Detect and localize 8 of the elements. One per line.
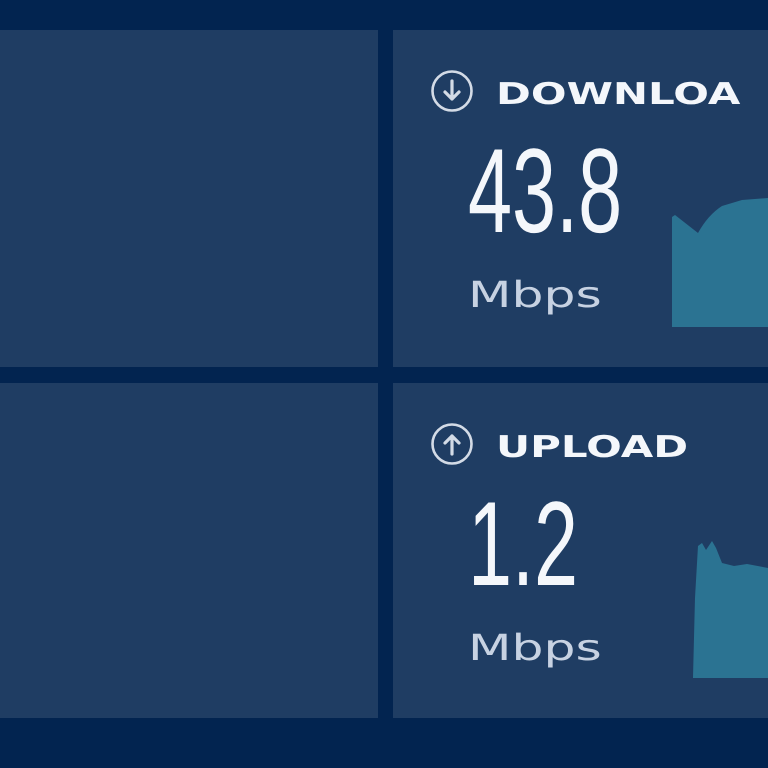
speed-title: DOWNLOA bbox=[496, 80, 740, 110]
speed-title: UPLOAD bbox=[496, 433, 688, 463]
speed-value: 43.8 bbox=[468, 131, 622, 251]
speed-value: 1.2 bbox=[468, 484, 578, 604]
arrow-up-circle-icon bbox=[431, 423, 473, 465]
speed-unit: Mbps bbox=[468, 631, 602, 667]
speed-unit: Mbps bbox=[468, 278, 602, 314]
arrow-down-circle-icon bbox=[431, 70, 473, 112]
